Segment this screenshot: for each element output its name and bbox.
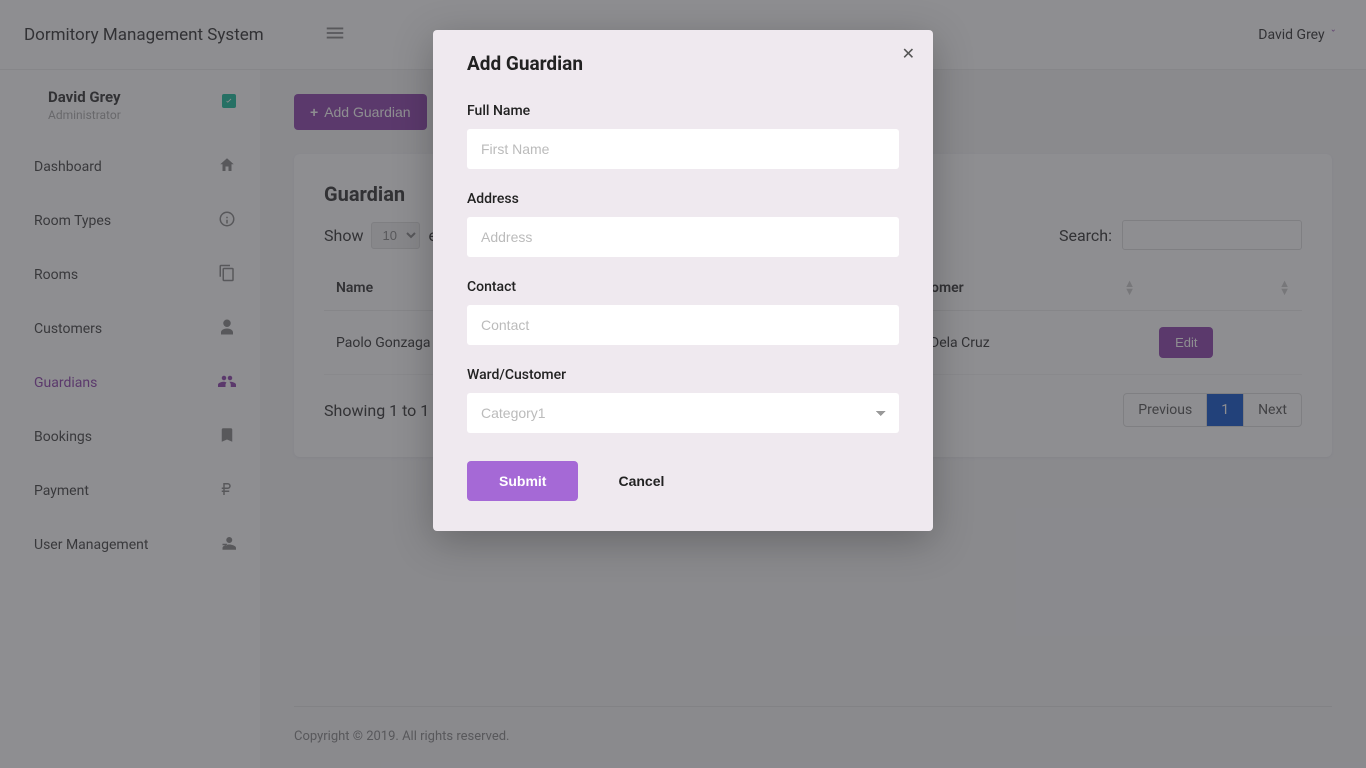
ward-select[interactable]: Category1: [467, 393, 899, 433]
submit-button[interactable]: Submit: [467, 461, 578, 501]
fullname-input[interactable]: [467, 129, 899, 169]
contact-label: Contact: [467, 279, 899, 295]
fullname-label: Full Name: [467, 103, 899, 119]
address-input[interactable]: [467, 217, 899, 257]
modal-overlay[interactable]: ✕ Add Guardian Full Name Address Contact…: [0, 0, 1366, 768]
modal-title: Add Guardian: [467, 52, 899, 75]
ward-label: Ward/Customer: [467, 367, 899, 383]
close-icon[interactable]: ✕: [902, 44, 915, 63]
cancel-button[interactable]: Cancel: [618, 473, 664, 489]
add-guardian-modal: ✕ Add Guardian Full Name Address Contact…: [433, 30, 933, 531]
contact-input[interactable]: [467, 305, 899, 345]
address-label: Address: [467, 191, 899, 207]
